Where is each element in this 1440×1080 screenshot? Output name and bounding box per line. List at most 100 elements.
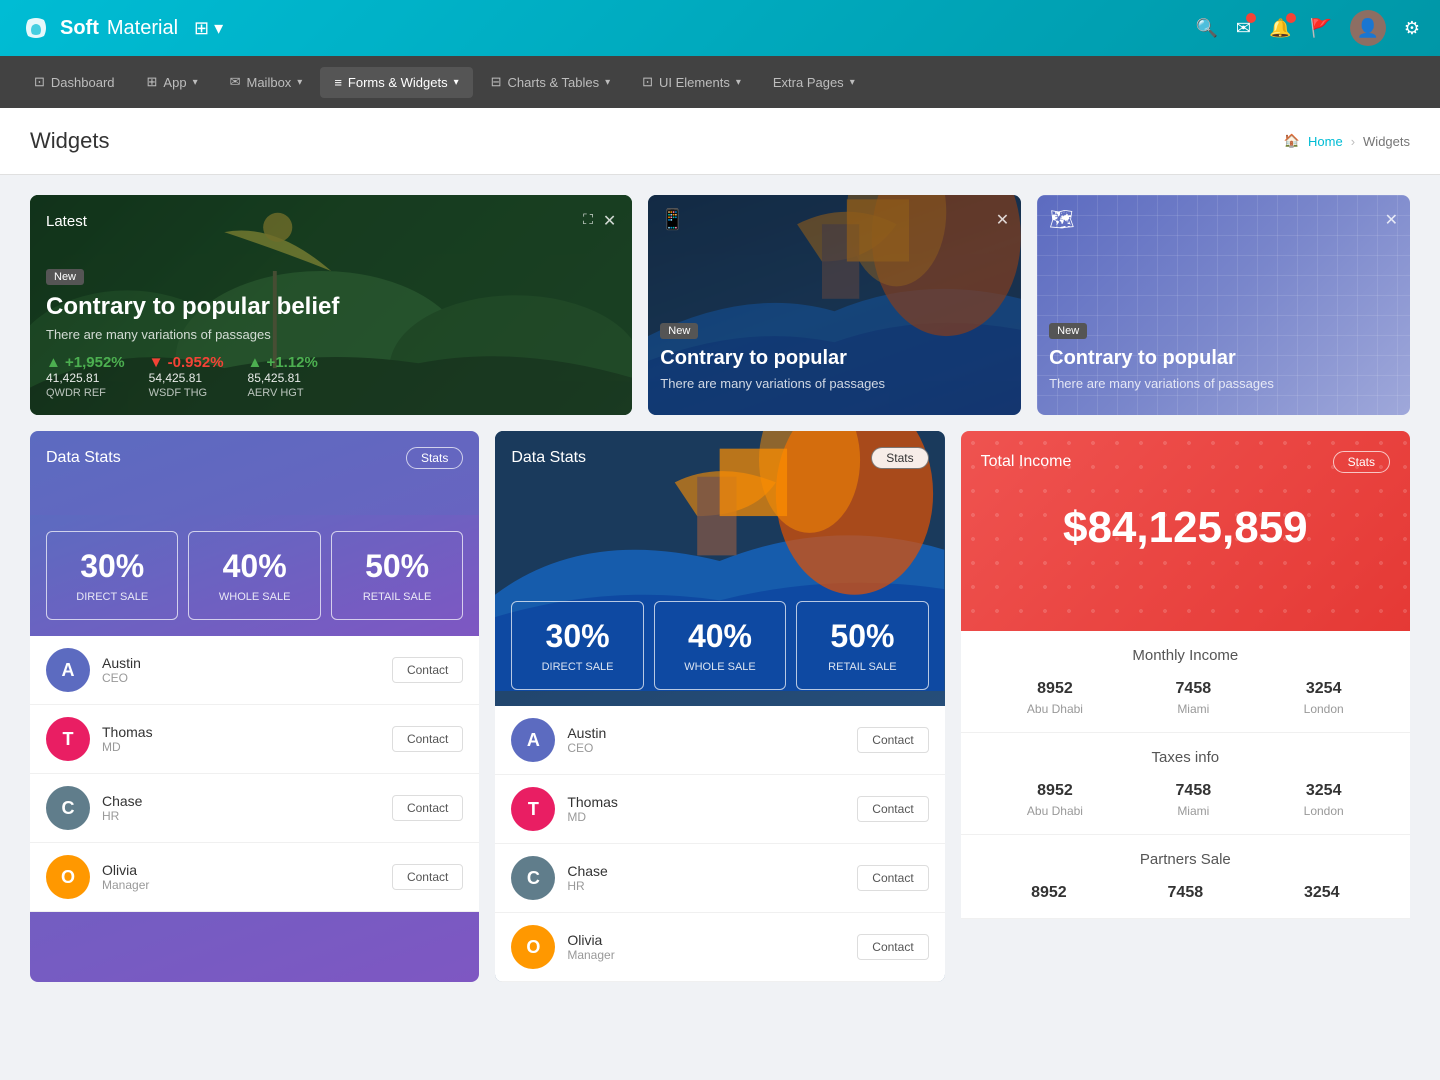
card-purple-inner: 🗺 ✕ New Contrary to popular There are ma… (1037, 195, 1410, 415)
breadcrumb-current: Widgets (1363, 134, 1410, 149)
expand-icon[interactable]: ⛶ (583, 211, 593, 231)
austin-role-1: CEO (102, 671, 380, 685)
forms-icon: ≡ (334, 75, 342, 90)
ds1-header: Data Stats Stats (30, 431, 479, 485)
nav-charts-tables[interactable]: ⊟ Charts & Tables ▾ (477, 66, 624, 98)
ds2-title: Data Stats (511, 449, 586, 467)
forms-caret-icon: ▾ (454, 77, 459, 88)
card-purple-badge: New (1049, 323, 1087, 339)
app-icon: ⊞ (147, 74, 158, 90)
ds2-stats-button[interactable]: Stats (871, 447, 928, 469)
card-medium-subtitle: There are many variations of passages (660, 376, 1009, 391)
partners-stat-1: 8952 (1031, 884, 1067, 902)
olivia-contact-button-2[interactable]: Contact (857, 934, 928, 960)
chase-info-1: Chase HR (102, 793, 380, 823)
ds2-pct-3-label: RETAIL SALE (807, 661, 917, 673)
notification-bell-icon[interactable]: 🔔 (1269, 18, 1291, 39)
thomas-avatar-circle-1: T (46, 717, 90, 761)
ds1-pct-1-label: DIRECT SALE (57, 591, 167, 603)
taxes-stat-1-city: Abu Dhabi (1027, 804, 1083, 818)
search-icon[interactable]: 🔍 (1196, 18, 1218, 39)
top-navigation: SoftMaterial ⊞ ▾ 🔍 ✉ 🔔 🚩 👤 ⚙ (0, 0, 1440, 56)
stat-1-value: ▲ +1,952% (46, 354, 125, 371)
nav-forms-widgets[interactable]: ≡ Forms & Widgets ▾ (320, 67, 472, 98)
card-overlay: Latest ⛶ ✕ New Contrary to popular belie… (30, 195, 632, 415)
chase-avatar-circle-1: C (46, 786, 90, 830)
nav-extra-pages[interactable]: Extra Pages ▾ (759, 67, 869, 98)
income-bottom: Monthly Income 8952 Abu Dhabi 7458 Miami… (961, 631, 1410, 919)
olivia-avatar-2: O (511, 925, 555, 969)
card-medium: 📱 ✕ New Contrary to popular There are ma… (648, 195, 1021, 415)
card-purple-title: Contrary to popular (1049, 347, 1398, 370)
mail-icon[interactable]: ✉ (1236, 18, 1251, 39)
partners-stat-3: 3254 (1304, 884, 1340, 902)
taxes-title: Taxes info (981, 749, 1390, 766)
nav-dashboard[interactable]: ⊡ Dashboard (20, 66, 129, 98)
card-purple-close-icon[interactable]: ✕ (1385, 210, 1398, 230)
nav-app[interactable]: ⊞ App ▾ (133, 66, 212, 98)
breadcrumb-home[interactable]: Home (1308, 134, 1343, 149)
olivia-contact-button-1[interactable]: Contact (392, 864, 463, 890)
monthly-stat-3-city: London (1304, 702, 1344, 716)
grid-icon[interactable]: ⊞ ▾ (194, 18, 223, 39)
stat-3-amount: 85,425.81 (248, 371, 318, 385)
thomas-role-1: MD (102, 740, 380, 754)
ds2-pct-3: 50% RETAIL SALE (796, 601, 928, 690)
taxes-section: Taxes info 8952 Abu Dhabi 7458 Miami 325… (961, 733, 1410, 835)
olivia-avatar-circle-1: O (46, 855, 90, 899)
mailbox-icon: ✉ (230, 74, 241, 90)
logo[interactable]: SoftMaterial (20, 12, 178, 44)
partners-stat-3-num: 3254 (1304, 884, 1340, 902)
app-caret-icon: ▾ (193, 77, 198, 88)
austin-name-2: Austin (567, 725, 845, 741)
austin-contact-button-1[interactable]: Contact (392, 657, 463, 683)
breadcrumb-bar: Widgets 🏠 Home › Widgets (0, 108, 1440, 175)
card-medium-close-icon[interactable]: ✕ (996, 210, 1009, 230)
nav-charts-label: Charts & Tables (508, 75, 600, 90)
ds1-stats-button[interactable]: Stats (406, 447, 463, 469)
chase-contact-button-1[interactable]: Contact (392, 795, 463, 821)
thomas-avatar-2: T (511, 787, 555, 831)
breadcrumb: 🏠 Home › Widgets (1284, 133, 1410, 149)
extra-caret-icon: ▾ (850, 77, 855, 88)
austin-contact-button-2[interactable]: Contact (857, 727, 928, 753)
nav-mailbox[interactable]: ✉ Mailbox ▾ (216, 66, 317, 98)
thomas-name-2: Thomas (567, 794, 845, 810)
card-top-bar: Latest ⛶ ✕ (46, 211, 616, 231)
austin-avatar-circle-1: A (46, 648, 90, 692)
contact-chase-1: C Chase HR Contact (30, 774, 479, 843)
thomas-contact-button-1[interactable]: Contact (392, 726, 463, 752)
main-content: Latest ⛶ ✕ New Contrary to popular belie… (0, 175, 1440, 1018)
card-latest-label: Latest (46, 213, 87, 230)
thomas-contact-button-2[interactable]: Contact (857, 796, 928, 822)
card-purple-top: 🗺 ✕ (1049, 207, 1398, 232)
nav-right: 🔍 ✉ 🔔 🚩 👤 ⚙ (1196, 10, 1421, 46)
card-medium-top: 📱 ✕ (660, 207, 1009, 232)
nav-mailbox-label: Mailbox (247, 75, 292, 90)
stat-3-ref: AERV HGT (248, 387, 318, 399)
flag-icon[interactable]: 🚩 (1309, 18, 1331, 39)
contact-austin-1: A Austin CEO Contact (30, 636, 479, 705)
thomas-info-1: Thomas MD (102, 724, 380, 754)
income-stats-button[interactable]: Stats (1333, 451, 1390, 473)
thomas-avatar-1: T (46, 717, 90, 761)
ds1-pct-1-value: 30% (57, 548, 167, 585)
user-avatar[interactable]: 👤 (1350, 10, 1386, 46)
settings-icon[interactable]: ⚙ (1404, 18, 1420, 39)
close-icon[interactable]: ✕ (603, 211, 616, 231)
ds2-content: Data Stats Stats 30% DIRECT SALE 40% WHO… (495, 431, 944, 706)
contact-chase-2: C Chase HR Contact (495, 844, 944, 913)
stat-3: ▲ +1.12% 85,425.81 AERV HGT (248, 354, 318, 399)
nav-left: SoftMaterial ⊞ ▾ (20, 12, 223, 44)
dashboard-icon: ⊡ (34, 74, 45, 90)
brand-soft: Soft (60, 17, 99, 40)
taxes-stat-2: 7458 Miami (1176, 782, 1212, 818)
nav-ui-elements[interactable]: ⊡ UI Elements ▾ (628, 66, 755, 98)
chase-contact-button-2[interactable]: Contact (857, 865, 928, 891)
contact-austin-2: A Austin CEO Contact (495, 706, 944, 775)
nav-dashboard-label: Dashboard (51, 75, 115, 90)
olivia-avatar-1: O (46, 855, 90, 899)
card-medium-overlay: 📱 ✕ New Contrary to popular There are ma… (648, 195, 1021, 415)
ds2-header: Data Stats Stats (495, 431, 944, 485)
data-stats-card-2: Data Stats Stats 30% DIRECT SALE 40% WHO… (495, 431, 944, 982)
